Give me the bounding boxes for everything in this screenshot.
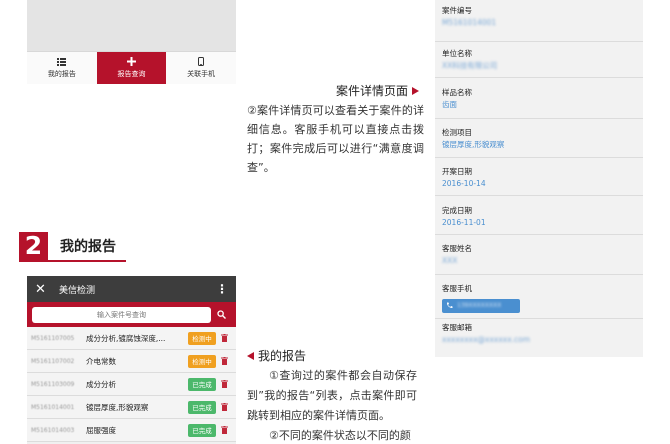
tab-label: 关联手机 — [187, 70, 216, 78]
status-badge: 检测中 — [188, 331, 216, 345]
field-label: 样品名称 — [442, 88, 472, 97]
call-phone-button[interactable]: 139XXXXXXXX — [442, 298, 520, 313]
case-detail-panel: 案件编号 M5161014001 单位名称 XX科技有限公司 样品名称 齿面 检… — [435, 0, 643, 357]
section-number: 2 — [19, 232, 48, 260]
test-items: 介电常数 — [86, 356, 116, 366]
report-paragraph-2: ②不同的案件状态以不同的颜 — [269, 429, 411, 442]
case-number: M5161107002 — [31, 357, 75, 365]
search-bar — [27, 302, 236, 327]
field-value: 镀层厚度,形貌观察 — [442, 140, 505, 149]
field-open-date: 开案日期 2016-10-14 — [435, 166, 643, 196]
test-items: 镀层厚度,形貌观察 — [86, 402, 149, 412]
delete-icon[interactable] — [216, 357, 232, 365]
field-service-phone: 客服手机 139XXXXXXXX — [435, 283, 643, 319]
my-reports-phone-screenshot: ✕ 美信检测 ⋮ M5161107005 成分分析,镀腐蚀深度,... 检测中 … — [27, 276, 236, 444]
delete-icon[interactable] — [216, 403, 232, 411]
case-number: M5161014003 — [31, 426, 75, 434]
report-row[interactable]: M5161014001 镀层厚度,形貌观察 已完成 — [27, 396, 236, 419]
phone-content-area — [27, 0, 236, 51]
list-icon — [57, 57, 67, 66]
field-service-name: 客服姓名 XXX — [435, 243, 643, 275]
phone-call-icon — [446, 302, 453, 309]
field-service-email: 客服邮箱 xxxxxxxx@xxxxxx.com — [435, 322, 643, 354]
report-paragraph-1: ①查询过的案件都会自动保存到”我的报告“列表，点击案件即可跳转到相应的案件详情页… — [247, 369, 417, 422]
plus-icon — [127, 57, 136, 66]
case-number: M5161014001 — [31, 403, 75, 411]
delete-icon[interactable] — [216, 426, 232, 434]
tab-link-phone[interactable]: 关联手机 — [166, 52, 236, 84]
detail-description: ②案件详情页可以查看关于案件的详细信息。客服手机可以直接点击拨打；案件完成后可以… — [247, 104, 424, 174]
field-value: 齿面 — [442, 100, 457, 109]
section-title: 我的报告 — [60, 239, 116, 255]
field-label: 检测项目 — [442, 128, 472, 137]
field-value: XXX — [442, 256, 458, 265]
close-icon[interactable]: ✕ — [35, 282, 53, 297]
status-badge: 检测中 — [188, 354, 216, 368]
field-label: 开案日期 — [442, 167, 472, 176]
tab-label: 我的报告 — [47, 69, 76, 78]
status-badge: 已完成 — [188, 423, 216, 437]
report-row[interactable]: M5161014003 屈服强度 已完成 — [27, 419, 236, 442]
search-icon[interactable] — [211, 310, 231, 319]
report-row[interactable]: M5161107002 介电常数 检测中 — [27, 350, 236, 373]
detail-section-title: 案件详情页面 — [336, 82, 420, 99]
field-label: 案件编号 — [442, 6, 472, 15]
app-bar: ✕ 美信检测 ⋮ — [27, 276, 236, 302]
tab-label: 报告查询 — [117, 70, 146, 78]
report-section-title: 我的报告 — [247, 347, 306, 364]
field-value: 2016-11-01 — [442, 218, 486, 227]
status-badge: 已完成 — [188, 400, 216, 414]
bottom-tab-bar: 我的报告 报告查询 关联手机 — [27, 51, 236, 84]
top-phone-screenshot: 我的报告 报告查询 关联手机 — [27, 0, 236, 84]
test-items: 成分分析,镀腐蚀深度,... — [86, 333, 166, 343]
tab-my-reports[interactable]: 我的报告 — [27, 52, 97, 84]
pointer-right-icon — [412, 86, 420, 95]
field-value: xxxxxxxx@xxxxxx.com — [442, 335, 531, 344]
delete-icon[interactable] — [216, 334, 232, 342]
report-row[interactable]: M5161103009 成分分析 已完成 — [27, 373, 236, 396]
detail-title-text: 案件详情页面 — [336, 84, 409, 98]
field-label: 完成日期 — [442, 206, 472, 215]
more-menu-icon[interactable]: ⋮ — [216, 282, 228, 296]
report-description: ①查询过的案件都会自动保存到”我的报告“列表，点击案件即可跳转到相应的案件详情页… — [247, 366, 417, 444]
field-value: 2016-10-14 — [442, 179, 486, 188]
field-label: 单位名称 — [442, 49, 472, 58]
pointer-left-icon — [247, 351, 254, 360]
case-number: M5161107005 — [31, 334, 75, 342]
report-row[interactable]: M5161107005 成分分析,镀腐蚀深度,... 检测中 — [27, 327, 236, 350]
page: 我的报告 报告查询 关联手机 案件详情页面 ②案件详情页可以查看关于案件的详细信… — [0, 0, 670, 444]
case-search-input[interactable] — [32, 306, 211, 323]
test-items: 成分分析 — [86, 379, 116, 389]
app-title: 美信检测 — [59, 285, 96, 296]
field-sample-name: 样品名称 齿面 — [435, 87, 643, 119]
field-test-items: 检测项目 镀层厚度,形貌观察 — [435, 127, 643, 158]
section-underline — [19, 260, 126, 262]
field-value: XX科技有限公司 — [442, 61, 498, 70]
case-number: M5161103009 — [31, 380, 75, 388]
tab-report-query[interactable]: 报告查询 — [96, 52, 167, 84]
field-case-number: 案件编号 M5161014001 — [435, 5, 643, 42]
phone-number: 139XXXXXXXX — [457, 302, 502, 309]
test-items: 屈服强度 — [86, 425, 116, 435]
field-label: 客服姓名 — [442, 244, 472, 253]
phone-icon — [198, 57, 205, 66]
delete-icon[interactable] — [216, 380, 232, 388]
field-label: 客服邮箱 — [442, 323, 472, 332]
field-label: 客服手机 — [442, 284, 472, 293]
report-title-text: 我的报告 — [258, 349, 307, 363]
field-company: 单位名称 XX科技有限公司 — [435, 48, 643, 78]
field-value: M5161014001 — [442, 18, 497, 27]
field-complete-date: 完成日期 2016-11-01 — [435, 205, 643, 235]
status-badge: 已完成 — [188, 377, 216, 391]
